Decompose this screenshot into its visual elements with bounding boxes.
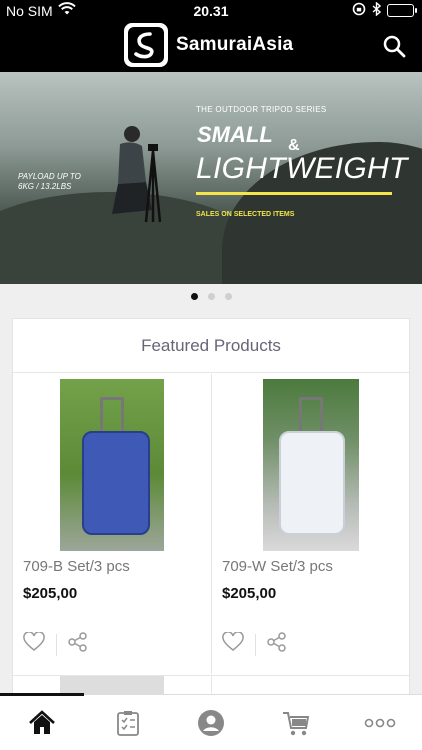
bluetooth-icon (372, 1, 382, 19)
search-icon[interactable] (382, 34, 408, 60)
carousel-dot-3[interactable] (224, 293, 232, 300)
banner-headline-1: SMALL (197, 122, 273, 147)
home-icon[interactable] (28, 709, 56, 737)
product-card[interactable]: 709-B Set/3 pcs $205,00 (13, 374, 212, 674)
app-screen: No SIM 20.31 SamuraiAsia PAYLOAD UP TO 6… (0, 0, 422, 750)
product-price: $205,00 (222, 585, 277, 602)
heart-icon[interactable] (23, 631, 45, 657)
banner-headline-2: LIGHTWEIGHT (196, 152, 408, 185)
banner-accent-line (196, 192, 392, 195)
samurai-logo-icon (124, 23, 168, 67)
account-icon[interactable] (197, 709, 225, 737)
orders-icon[interactable] (114, 709, 142, 737)
product-name[interactable]: 709-B Set/3 pcs (23, 558, 130, 575)
featured-products-panel: Featured Products 709-B Set/3 pcs $205,0… (12, 318, 410, 698)
banner-series-label: THE OUTDOOR TRIPOD SERIES (196, 105, 327, 114)
product-actions (222, 631, 287, 657)
product-name[interactable]: 709-W Set/3 pcs (222, 558, 333, 575)
brand[interactable]: SamuraiAsia (124, 23, 293, 67)
suitcase-body (82, 431, 150, 535)
status-icons (352, 1, 417, 19)
product-image[interactable] (60, 379, 164, 551)
battery-icon (387, 4, 417, 17)
cart-icon[interactable] (282, 709, 310, 737)
payload-line-2: 6KG / 13.2LBS (18, 182, 72, 191)
active-tab-indicator (0, 693, 84, 696)
orientation-lock-icon (352, 2, 366, 19)
suitcase-handle (100, 397, 124, 433)
share-icon[interactable] (267, 632, 287, 657)
payload-line-1: PAYLOAD UP TO (18, 172, 81, 181)
product-price: $205,00 (23, 585, 78, 602)
promo-banner[interactable]: PAYLOAD UP TO 6KG / 13.2LBS THE OUTDOOR T… (0, 72, 422, 284)
app-name: SamuraiAsia (176, 34, 294, 55)
product-image[interactable] (263, 379, 359, 551)
suitcase-body (279, 431, 345, 535)
featured-title: Featured Products (13, 319, 409, 373)
top-bar: No SIM 20.31 SamuraiAsia (0, 0, 422, 72)
more-icon[interactable] (364, 709, 396, 737)
carousel-dot-1[interactable] (190, 293, 198, 300)
share-icon[interactable] (68, 632, 88, 657)
action-divider (255, 633, 256, 656)
product-actions (23, 631, 88, 657)
carousel-dots (0, 293, 422, 300)
product-card[interactable]: 709-W Set/3 pcs $205,00 (212, 374, 409, 674)
suitcase-handle (299, 397, 323, 433)
bottom-tab-bar (0, 693, 422, 750)
banner-sales-text: SALES ON SELECTED ITEMS (196, 211, 295, 218)
payload-text: PAYLOAD UP TO 6KG / 13.2LBS (18, 172, 81, 192)
heart-icon[interactable] (222, 631, 244, 657)
action-divider (56, 633, 57, 656)
carousel-dot-2[interactable] (207, 293, 215, 300)
status-bar: No SIM 20.31 (0, 0, 422, 22)
photographer-illustration (112, 126, 162, 223)
